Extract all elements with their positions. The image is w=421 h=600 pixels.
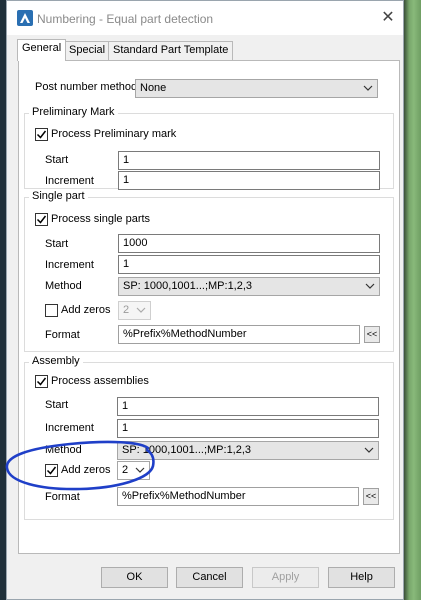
single-increment-value: 1 [123,258,130,270]
single-method-label: Method [45,280,82,292]
preliminary-start-input[interactable]: 1 [118,151,380,170]
numbering-dialog: Numbering - Equal part detection ✕ Gener… [6,0,404,600]
ok-button[interactable]: OK [101,567,168,588]
single-start-input[interactable]: 1000 [118,234,380,253]
assembly-format-value: %Prefix%MethodNumber [122,490,246,502]
process-single-parts-label: Process single parts [51,213,151,225]
preliminary-mark-group: Preliminary Mark Process Preliminary mar… [24,106,394,190]
chevron-down-icon [135,467,145,473]
chevron-down-icon [363,85,373,91]
single-zeros-value: 2 [123,304,130,316]
assembly-zeros-value: 2 [122,464,129,476]
cancel-button-label: Cancel [192,571,227,583]
help-button-label: Help [350,571,373,583]
title-bar: Numbering - Equal part detection ✕ [7,1,403,35]
single-method-value: SP: 1000,1001...;MP:1,2,3 [123,280,253,292]
assembly-group: Assembly Process assemblies Start 1 Incr… [24,355,394,520]
single-start-label: Start [45,238,69,250]
assembly-start-value: 1 [122,400,129,412]
single-add-zeros-checkbox[interactable] [45,304,58,317]
process-assemblies-checkbox[interactable] [35,375,48,388]
process-assemblies-label: Process assemblies [51,375,149,387]
assembly-method-value: SP: 1000,1001...;MP:1,2,3 [122,444,252,456]
process-preliminary-mark-checkbox[interactable] [35,128,48,141]
preliminary-start-value: 1 [123,154,130,166]
checkmark-icon [36,130,47,139]
assembly-increment-label: Increment [45,422,94,434]
assembly-increment-value: 1 [122,422,129,434]
tab-standard-part-template-label: Standard Part Template [113,44,229,56]
process-preliminary-mark-label: Process Preliminary mark [51,128,177,140]
tab-special-label: Special [69,44,106,56]
assembly-increment-input[interactable]: 1 [117,419,379,438]
single-add-zeros-label: Add zeros [61,304,111,316]
preliminary-start-label: Start [45,154,69,166]
preliminary-mark-title: Preliminary Mark [29,106,118,118]
single-part-group: Single part Process single parts Start 1… [24,190,394,352]
checkmark-icon [46,466,57,475]
window-title: Numbering - Equal part detection [37,12,214,26]
tab-special[interactable]: Special [64,41,111,60]
general-tab-panel: Post number method None Preliminary Mark… [18,60,400,554]
assembly-format-label: Format [45,491,80,503]
tab-standard-part-template[interactable]: Standard Part Template [108,41,234,60]
process-single-parts-checkbox[interactable] [35,213,48,226]
assembly-method-select[interactable]: SP: 1000,1001...;MP:1,2,3 [117,441,379,460]
chevron-down-icon [364,447,374,453]
single-method-select[interactable]: SP: 1000,1001...;MP:1,2,3 [118,277,380,296]
assembly-add-zeros-checkbox[interactable] [45,464,58,477]
assembly-method-label: Method [45,444,82,456]
checkmark-icon [36,377,47,386]
assembly-zeros-select[interactable]: 2 [117,461,150,480]
chevron-down-icon [136,307,146,313]
tab-general-label: General [22,42,62,54]
single-increment-input[interactable]: 1 [118,255,380,274]
chevron-down-icon [365,283,375,289]
assembly-start-input[interactable]: 1 [117,397,379,416]
preliminary-increment-value: 1 [123,174,130,186]
single-format-label: Format [45,329,80,341]
checkmark-icon [36,215,47,224]
single-format-input[interactable]: %Prefix%MethodNumber [118,325,360,344]
assembly-start-label: Start [45,399,69,411]
cancel-button[interactable]: Cancel [176,567,243,588]
assembly-title: Assembly [29,355,83,367]
post-number-method-value: None [140,82,167,94]
single-start-value: 1000 [123,237,148,249]
assembly-add-zeros-label: Add zeros [61,464,111,476]
apply-button-label: Apply [271,571,300,583]
assembly-format-insert-label: << [365,491,377,501]
post-number-method-label: Post number method [35,81,138,93]
background-right [403,0,421,600]
help-button[interactable]: Help [328,567,395,588]
single-part-title: Single part [29,190,88,202]
apply-button[interactable]: Apply [252,567,319,588]
single-format-insert-label: << [366,329,378,339]
close-icon[interactable]: ✕ [377,7,399,29]
single-format-value: %Prefix%MethodNumber [123,328,247,340]
single-increment-label: Increment [45,259,94,271]
ok-button-label: OK [126,571,143,583]
preliminary-increment-label: Increment [45,175,94,187]
advance-steel-icon [17,10,33,26]
post-number-method-select[interactable]: None [135,79,378,98]
assembly-format-input[interactable]: %Prefix%MethodNumber [117,487,359,506]
tab-general[interactable]: General [17,39,67,61]
preliminary-increment-input[interactable]: 1 [118,171,380,190]
single-zeros-select[interactable]: 2 [118,301,151,320]
assembly-format-insert-button[interactable]: << [363,488,379,505]
single-format-insert-button[interactable]: << [364,326,380,343]
